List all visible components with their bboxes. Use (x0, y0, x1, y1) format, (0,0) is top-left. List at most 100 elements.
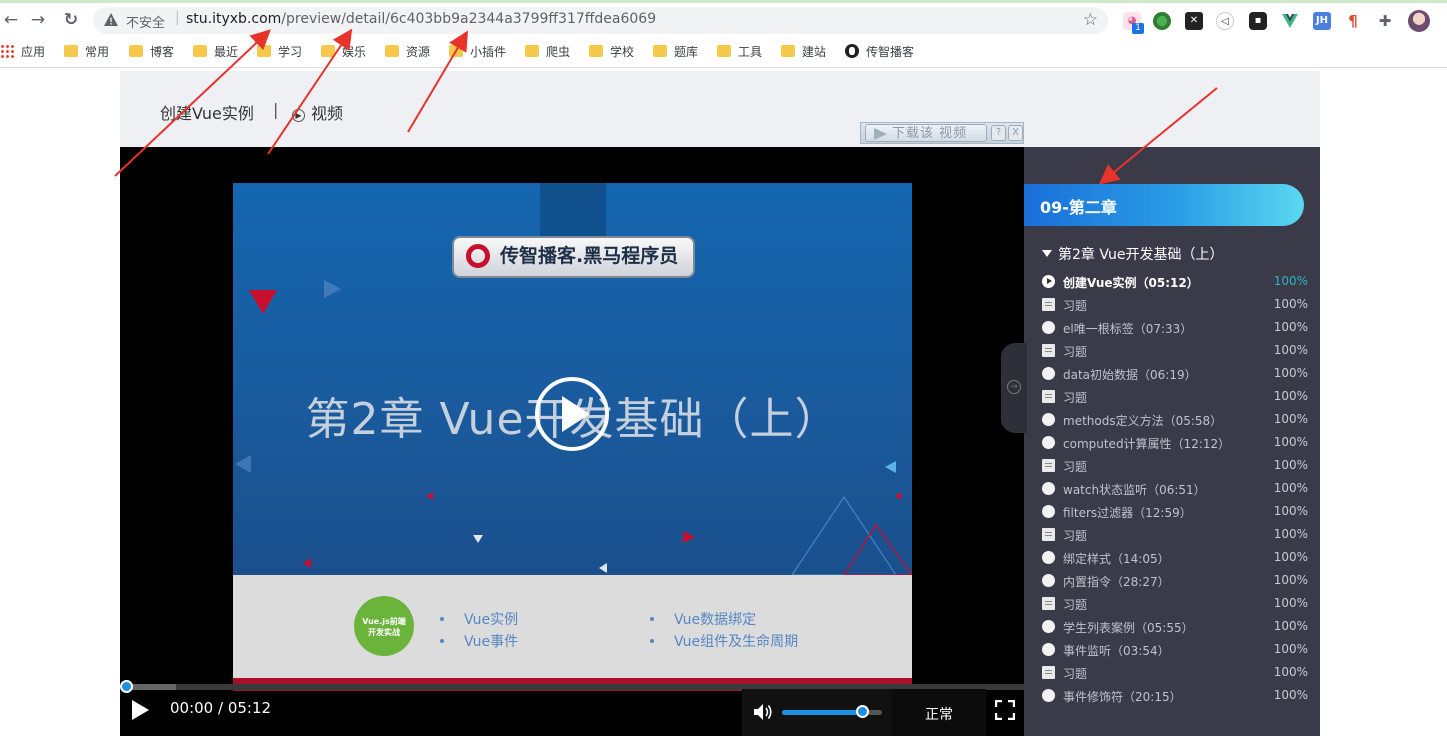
lesson-item[interactable]: computed计算属性（12:12） 100% (1042, 433, 1308, 453)
lesson-item[interactable]: data初始数据（06:19） 100% (1042, 364, 1308, 384)
video-circle-icon (1042, 551, 1055, 564)
exercise-doc-icon (1042, 528, 1055, 541)
bookmark-folder[interactable]: 爬虫 (525, 44, 570, 62)
volume-icon[interactable] (752, 701, 774, 723)
big-play-button[interactable] (535, 377, 609, 451)
bookmark-folder[interactable]: 小插件 (449, 44, 506, 62)
bookmark-star-icon[interactable]: ☆ (1083, 10, 1098, 30)
lesson-progress: 100% (1273, 435, 1308, 449)
section-header[interactable]: 第2章 Vue开发基础（上） (1042, 244, 1223, 264)
bookmark-label: 题库 (674, 45, 699, 59)
volume-knob[interactable] (856, 705, 869, 718)
lesson-item[interactable]: 事件监听（03:54） 100% (1042, 640, 1308, 660)
address-bar[interactable]: 不安全 | stu.ityxb.com/preview/detail/6c403… (93, 7, 1108, 34)
bookmark-label: 工具 (738, 45, 763, 59)
bookmark-folder[interactable]: 娱乐 (321, 44, 366, 62)
lesson-item[interactable]: 绑定样式（14:05） 100% (1042, 548, 1308, 568)
lesson-progress: 100% (1273, 619, 1308, 633)
lesson-item[interactable]: watch状态监听（06:51） 100% (1042, 479, 1308, 499)
brand-logo-text: 传智播客.黑马程序员 (500, 245, 679, 267)
exercise-item[interactable]: 习题 100% (1042, 594, 1308, 614)
lesson-name: 事件监听（03:54） (1063, 644, 1170, 658)
video-player[interactable]: 传智播客.黑马程序员 第2章 Vue开发基础（上） Vue.js前端 开发实战 V… (120, 147, 1024, 736)
logo-mark-icon (466, 244, 490, 268)
progress-knob[interactable] (120, 680, 133, 693)
bookmark-folder[interactable]: 常用 (64, 44, 109, 62)
topic-label: Vue数据绑定 (674, 612, 757, 628)
video-download-bar: 下载该 视频 ? X (860, 122, 1024, 144)
video-circle-icon (1042, 482, 1055, 495)
section-title: 第2章 Vue开发基础（上） (1058, 247, 1224, 263)
bookmark-folder[interactable]: 最近 (193, 44, 238, 62)
bookmark-apps[interactable]: 应用 (0, 44, 45, 62)
bookmark-folder[interactable]: 题库 (653, 44, 698, 62)
back-icon[interactable]: ← (0, 9, 22, 31)
exercise-item[interactable]: 习题 100% (1042, 525, 1308, 545)
profile-avatar[interactable] (1408, 10, 1430, 32)
url-text[interactable]: stu.ityxb.com/preview/detail/6c403bb9a23… (186, 11, 656, 27)
bookmark-label: 学校 (610, 45, 635, 59)
exercise-item[interactable]: 习题 100% (1042, 387, 1308, 407)
play-button[interactable] (132, 700, 149, 720)
forward-icon[interactable]: → (27, 9, 49, 31)
bookmark-folder[interactable]: 学习 (257, 44, 302, 62)
exercise-item[interactable]: 习题 100% (1042, 295, 1308, 315)
lesson-item[interactable]: 学生列表案例（05:55） 100% (1042, 617, 1308, 637)
url-host: stu.ityxb.com (186, 11, 282, 27)
lesson-progress: 100% (1273, 343, 1308, 357)
pilcrow-icon[interactable]: ¶ (1344, 12, 1362, 30)
ghost-icon[interactable]: ▪ (1249, 12, 1267, 30)
lesson-item[interactable]: methods定义方法（05:58） 100% (1042, 410, 1308, 430)
lesson-item[interactable]: filters过滤器（12:59） 100% (1042, 502, 1308, 522)
lesson-item[interactable]: 事件修饰符（20:15） 100% (1042, 686, 1308, 706)
time-display: 00:00 / 05:12 (170, 699, 272, 717)
warning-icon[interactable] (103, 12, 119, 28)
close-button[interactable]: X (1008, 125, 1023, 141)
bookmark-label: 传智播客 (866, 45, 915, 59)
sound-icon[interactable]: ◁ (1216, 12, 1234, 30)
decor-outline-triangles (790, 495, 912, 576)
bullet-icon (650, 639, 654, 643)
brand-logo: 传智播客.黑马程序员 (452, 236, 695, 278)
bookmark-folder[interactable]: 资源 (385, 44, 430, 62)
chapter-banner[interactable]: 09-第二章 (1024, 184, 1304, 226)
globe-green-icon[interactable] (1153, 12, 1171, 30)
sidebar-toggle[interactable]: → (1001, 343, 1027, 433)
lesson-item[interactable]: 内置指令（28:27） 100% (1042, 571, 1308, 591)
lesson-item[interactable]: 创建Vue实例（05:12） 100% (1042, 272, 1308, 292)
download-video-button[interactable]: 下载该 视频 (865, 124, 987, 142)
lesson-progress: 100% (1273, 596, 1308, 610)
decor-triangle (426, 492, 433, 500)
video-tab[interactable]: ▶ 视频 (292, 100, 343, 124)
reload-icon[interactable]: ↻ (60, 9, 82, 31)
lesson-progress: 100% (1273, 481, 1308, 495)
puzzle-icon[interactable]: ✚ (1376, 12, 1394, 30)
lesson-progress: 100% (1273, 550, 1308, 564)
folder-icon (653, 45, 667, 57)
bookmark-site[interactable]: 传智播客 (845, 44, 914, 62)
bookmark-folder[interactable]: 学校 (589, 44, 634, 62)
lesson-name: 习题 (1063, 299, 1088, 313)
fullscreen-icon[interactable] (995, 700, 1015, 720)
speed-control[interactable]: 正常 (892, 689, 986, 736)
not-secure-label[interactable]: 不安全 (126, 12, 165, 31)
x-icon[interactable]: ✕ (1185, 12, 1203, 30)
exercise-item[interactable]: 习题 100% (1042, 456, 1308, 476)
lesson-progress: 100% (1273, 389, 1308, 403)
slide-footer: Vue.js前端 开发实战 Vue实例 Vue事件 Vue数据绑定 Vue组件及生… (233, 575, 912, 678)
lesson-name: watch状态监听（06:51） (1063, 483, 1206, 497)
lesson-progress: 100% (1273, 642, 1308, 656)
exercise-item[interactable]: 习题 100% (1042, 341, 1308, 361)
vue-icon[interactable] (1281, 12, 1299, 30)
lesson-progress: 100% (1273, 320, 1308, 334)
exercise-item[interactable]: 习题 100% (1042, 663, 1308, 683)
lesson-item[interactable]: el唯一根标签（07:33） 100% (1042, 318, 1308, 338)
bookmark-folder[interactable]: 工具 (717, 44, 762, 62)
help-button[interactable]: ? (991, 125, 1006, 141)
bookmark-folder[interactable]: 博客 (129, 44, 174, 62)
topic-item: Vue组件及生命周期 (650, 631, 798, 651)
jh-icon[interactable]: JH (1313, 12, 1331, 30)
bookmark-folder[interactable]: 建站 (781, 44, 826, 62)
lesson-name: 习题 (1063, 598, 1088, 612)
video-circle-icon (1042, 643, 1055, 656)
